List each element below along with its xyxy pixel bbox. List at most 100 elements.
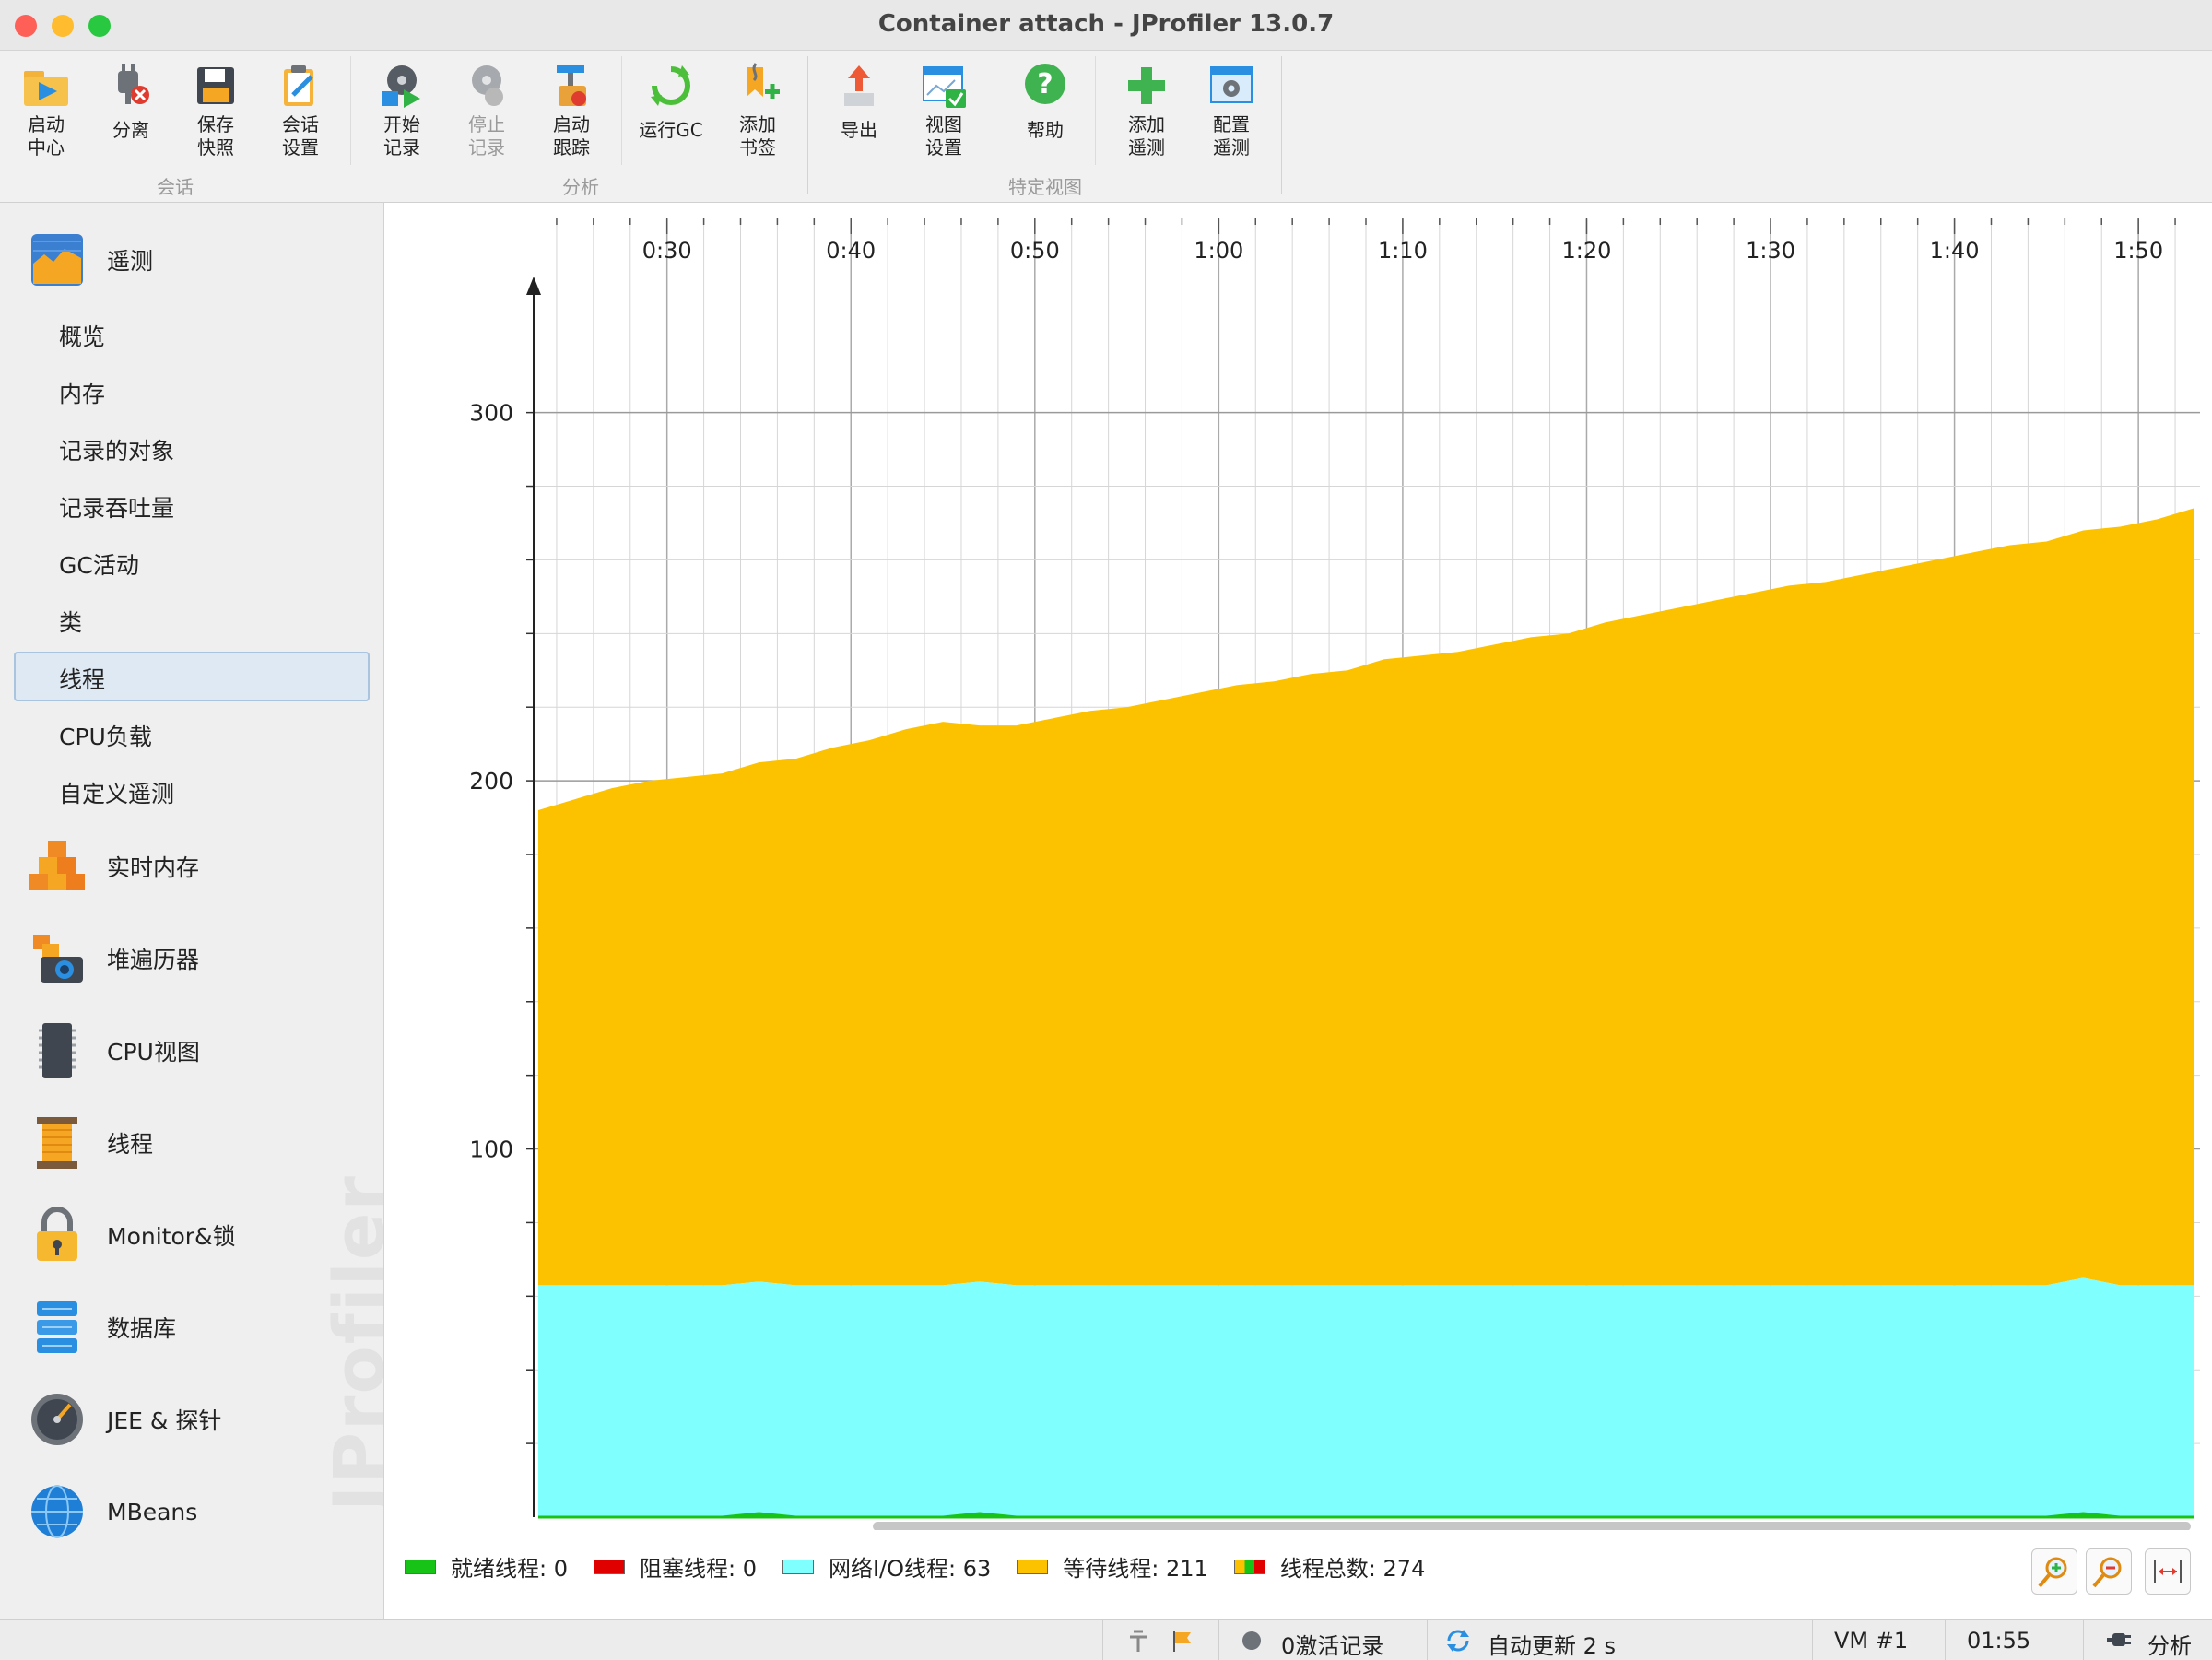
sidebar-section-live-memory[interactable]: 实时内存 (28, 837, 378, 896)
sidebar-item-recorded-throughput[interactable]: 记录吞吐量 (59, 490, 174, 524)
legend-blocked: 阻塞线程: 0 (593, 1550, 757, 1583)
elapsed-time-status: 01:55 (1967, 1628, 2031, 1654)
telemetry-icon (28, 230, 87, 289)
run-gc-button[interactable]: 运行GC (632, 60, 710, 142)
legend-net-io: 网络I/O线程: 63 (782, 1550, 991, 1583)
legend-swatch-total (1233, 1559, 1265, 1574)
configure-telemetry-button[interactable]: 配置 遥测 (1193, 60, 1270, 159)
x-tick-label: 1:50 (2113, 238, 2163, 264)
x-tick-label: 0:50 (1010, 238, 1060, 264)
thread-stacked-area-chart[interactable]: 100 200 300 0:30 0:40 0:50 1:00 1:10 1:20 1:30 1:4… (384, 203, 2212, 1530)
x-tick-label: 1:00 (1194, 238, 1243, 264)
clipboard-edit-icon (275, 60, 326, 112)
sidebar-section-mbeans[interactable]: MBeans (28, 1482, 378, 1541)
y-tick-label: 300 (469, 400, 513, 427)
status-separator (1427, 1620, 1428, 1660)
toolbar-separator (350, 56, 351, 165)
legend-runnable: 就绪线程: 0 (405, 1550, 568, 1583)
session-settings-button[interactable]: 会话 设置 (262, 60, 339, 159)
group-label-analysis: 分析 (562, 176, 599, 198)
x-tick-label: 1:20 (1562, 238, 1612, 264)
horizontal-scrollbar-thumb[interactable] (873, 1522, 2191, 1530)
folder-icon (20, 60, 72, 112)
auto-update-icon (1447, 1630, 1469, 1652)
flag-icon[interactable] (1169, 1628, 1196, 1654)
plus-icon (1121, 60, 1172, 112)
thread-telemetry-view: 100 200 300 0:30 0:40 0:50 1:00 1:10 1:20 1:30 1:4… (384, 203, 2212, 1619)
status-separator (1945, 1620, 1946, 1660)
floppy-disk-icon (190, 60, 241, 112)
sidebar-section-databases[interactable]: 数据库 (28, 1298, 378, 1357)
svg-text:?: ? (1037, 68, 1053, 100)
bookmark-tag-icon (732, 60, 783, 112)
auto-update-status[interactable]: 自动更新 2 s (1488, 1628, 1616, 1660)
toolbar-separator (1095, 56, 1096, 165)
export-button[interactable]: 导出 (820, 60, 898, 142)
sidebar-section-cpu-views[interactable]: CPU视图 (28, 1021, 378, 1080)
sidebar-section-jee-probes[interactable]: JEE & 探针 (28, 1390, 378, 1449)
help-question-icon: ? (1019, 60, 1071, 112)
status-separator (1218, 1620, 1219, 1660)
fit-to-window-button[interactable] (2145, 1548, 2191, 1595)
add-telemetry-button[interactable]: 添加 遥测 (1108, 60, 1185, 159)
series-area-net_io (537, 1277, 2194, 1517)
sidebar-section-telemetry[interactable]: 遥测 (28, 230, 378, 289)
film-reel-stop-icon (461, 60, 512, 112)
sidebar-item-cpu-load[interactable]: CPU负载 (59, 719, 152, 752)
y-tick-label: 200 (469, 768, 513, 795)
film-reel-record-icon (376, 60, 428, 112)
y-tick-label: 100 (469, 1136, 513, 1163)
status-separator (1812, 1620, 1813, 1660)
toolbar-separator (621, 56, 622, 165)
save-snapshot-button[interactable]: 保存 快照 (177, 60, 254, 159)
active-recordings-status[interactable]: 0激活记录 (1281, 1628, 1383, 1660)
x-tick-label: 1:40 (1930, 238, 1980, 264)
camera-cubes-icon (28, 929, 87, 988)
sidebar-item-threads[interactable]: 线程 (59, 662, 105, 695)
globe-icon (28, 1482, 87, 1541)
window-title: Container attach - JProfiler 13.0.7 (877, 10, 1335, 38)
sidebar-item-classes[interactable]: 类 (59, 605, 82, 638)
legend-total: 线程总数: 274 (1233, 1550, 1425, 1583)
group-label-special-views: 特定视图 (1008, 176, 1082, 198)
sidebar: JProfiler 遥测 概览 内存 记录的对象 记录吞吐量 GC活动 类 线程… (0, 203, 384, 1619)
sidebar-section-threads[interactable]: 线程 (28, 1113, 378, 1172)
sidebar-item-memory[interactable]: 内存 (59, 376, 105, 409)
start-recording-button[interactable]: 开始 记录 (363, 60, 441, 159)
sidebar-item-overview[interactable]: 概览 (59, 319, 105, 352)
title-bar: Container attach - JProfiler 13.0.7 (0, 0, 2212, 51)
stop-recording-button[interactable]: 停止 记录 (448, 60, 525, 159)
legend-waiting: 等待线程: 211 (1017, 1550, 1208, 1583)
connection-plug-icon (2107, 1633, 2131, 1646)
recycle-icon (645, 60, 697, 112)
padlock-icon (28, 1206, 87, 1265)
pin-icon[interactable] (1124, 1628, 1152, 1654)
database-icon (28, 1298, 87, 1357)
fit-width-icon (2154, 1560, 2182, 1583)
start-center-button[interactable]: 启动 中心 (7, 60, 85, 159)
group-label-session: 会话 (157, 176, 194, 198)
session-mode-status: 分析 (2147, 1633, 2192, 1659)
legend-swatch-waiting (1017, 1559, 1049, 1574)
cpu-chip-icon (28, 1021, 87, 1080)
detach-button[interactable]: 分离 (92, 60, 170, 142)
view-settings-button[interactable]: 视图 设置 (905, 60, 982, 159)
status-separator (2083, 1620, 2084, 1660)
zoom-in-icon (2038, 1557, 2067, 1588)
zoom-out-button[interactable] (2086, 1548, 2132, 1595)
sidebar-section-monitors-locks[interactable]: Monitor&锁 (28, 1206, 378, 1265)
zoom-in-button[interactable] (2031, 1548, 2077, 1595)
start-tracking-button[interactable]: 启动 跟踪 (533, 60, 610, 159)
help-button[interactable]: ? 帮助 (1006, 60, 1084, 142)
add-bookmark-button[interactable]: 添加 书签 (719, 60, 796, 159)
sidebar-item-gc-activity[interactable]: GC活动 (59, 547, 139, 581)
sidebar-section-heap-walker[interactable]: 堆遍历器 (28, 929, 378, 988)
thread-spool-icon (28, 1113, 87, 1172)
sidebar-item-recorded-objects[interactable]: 记录的对象 (59, 433, 174, 466)
y-axis-arrow (526, 277, 541, 295)
sidebar-item-custom-telemetry[interactable]: 自定义遥测 (59, 776, 174, 809)
window-gear-icon (1206, 60, 1257, 112)
x-tick-label: 1:10 (1378, 238, 1428, 264)
vm-status: VM #1 (1834, 1628, 1909, 1654)
gauge-icon (28, 1390, 87, 1449)
